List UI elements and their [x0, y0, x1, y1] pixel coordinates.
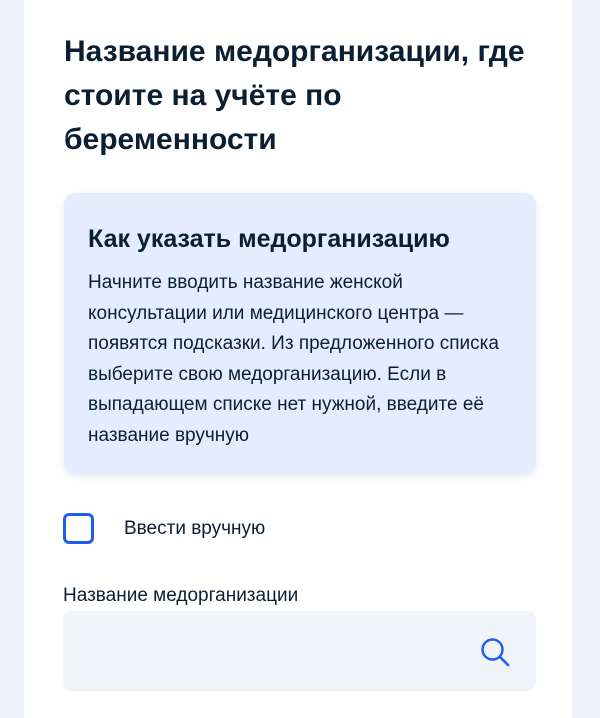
page-title: Название медорганизации, где стоите на у…	[64, 35, 525, 156]
form-card: Название медорганизации, где стоите на у…	[24, 0, 572, 718]
info-box: Как указать медорганизацию Начните вводи…	[64, 193, 536, 475]
checkbox-box[interactable]	[63, 513, 94, 544]
search-icon[interactable]	[480, 637, 510, 667]
search-field[interactable]	[63, 611, 536, 691]
search-field-label: Название медорганизации	[63, 585, 299, 606]
manual-entry-checkbox[interactable]: Ввести вручную	[63, 512, 363, 550]
manual-entry-label[interactable]: Ввести вручную	[124, 517, 265, 541]
info-text: Начните вводить название женской консуль…	[88, 272, 499, 446]
info-title: Как указать медорганизацию	[88, 225, 450, 253]
search-input[interactable]	[63, 611, 483, 691]
